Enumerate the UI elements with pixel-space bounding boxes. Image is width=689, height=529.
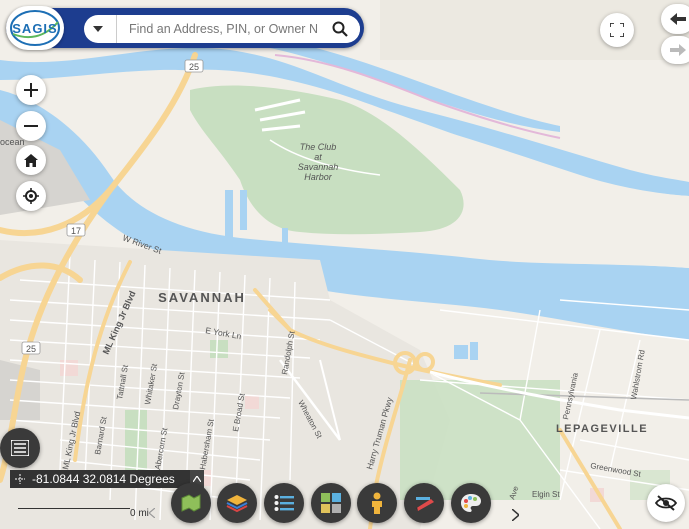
hwy17-shield: 17	[66, 223, 86, 237]
zoom-in-button[interactable]	[16, 75, 46, 105]
coordinate-readout: -81.0844 32.0814 Degrees	[10, 470, 204, 488]
hwy25-south-label: 25	[26, 344, 36, 354]
chevron-right-icon	[511, 509, 519, 521]
pegman-icon	[372, 492, 382, 514]
street-view-button[interactable]	[357, 483, 397, 523]
search-button[interactable]	[320, 15, 360, 43]
hwy25-north-label: 25	[189, 62, 199, 72]
chevron-left-icon	[149, 508, 155, 518]
gallery-button[interactable]	[311, 483, 351, 523]
pencil-ruler-icon	[415, 497, 434, 511]
layers-button[interactable]	[217, 483, 257, 523]
locate-icon	[23, 188, 39, 204]
zoom-out-button[interactable]	[16, 111, 46, 141]
eye-slash-icon	[655, 495, 677, 511]
crosshair-icon	[10, 470, 30, 488]
toolbar-scroll-left-button[interactable]	[146, 506, 158, 520]
road-label-elgin: Elgin St	[532, 490, 560, 499]
legend-list-button[interactable]	[264, 483, 304, 523]
bulleted-list-icon	[274, 495, 294, 511]
search-type-dropdown[interactable]	[86, 17, 110, 41]
park-label-line4: Harbor	[304, 172, 333, 182]
print-style-button[interactable]	[451, 483, 491, 523]
draw-measure-button[interactable]	[404, 483, 444, 523]
hwy25-south-shield: 25	[21, 341, 41, 355]
coordinate-text: -81.0844 32.0814 Degrees	[32, 472, 175, 486]
fullscreen-icon	[610, 23, 624, 37]
chevron-down-icon	[93, 26, 103, 32]
plus-icon	[24, 83, 38, 97]
layers-icon	[226, 495, 248, 513]
chevron-up-icon	[193, 476, 201, 482]
arrow-right-icon	[670, 44, 686, 56]
sagis-logo[interactable]: SAGIS	[6, 6, 64, 50]
locate-button[interactable]	[16, 181, 46, 211]
search-input[interactable]	[116, 15, 318, 43]
neighborhood-label: LEPAGEVILLE	[556, 423, 648, 435]
minus-icon	[24, 125, 38, 127]
map-icon	[181, 494, 201, 512]
forward-button[interactable]	[661, 36, 689, 64]
home-icon	[24, 153, 38, 167]
park-label-line2: at	[314, 152, 322, 162]
park-label-line3: Savannah	[298, 162, 339, 172]
basemap-button[interactable]	[171, 483, 211, 523]
back-button[interactable]	[661, 4, 689, 34]
grid-gallery-icon	[321, 493, 341, 513]
hwy17-label: 17	[71, 226, 81, 236]
hide-ui-button[interactable]	[647, 484, 685, 522]
palette-icon	[461, 494, 481, 512]
arrow-left-icon	[670, 13, 686, 25]
scale-bar	[18, 508, 130, 509]
fullscreen-button[interactable]	[600, 13, 634, 47]
list-icon	[11, 440, 29, 456]
home-button[interactable]	[16, 145, 46, 175]
toolbar-scroll-right-button[interactable]	[508, 506, 522, 524]
basemap[interactable]: 25 17 25 SAVANNAH LEPAGEVILLE The Club a…	[0, 0, 689, 529]
logo-text: SAGIS	[12, 20, 58, 36]
hwy25-north-shield: 25	[184, 59, 204, 73]
city-label: SAVANNAH	[158, 290, 246, 305]
edge-place-label: ocean	[0, 137, 25, 147]
park-label-line1: The Club	[300, 142, 337, 152]
search-icon	[332, 21, 348, 37]
legend-button[interactable]	[0, 428, 40, 468]
